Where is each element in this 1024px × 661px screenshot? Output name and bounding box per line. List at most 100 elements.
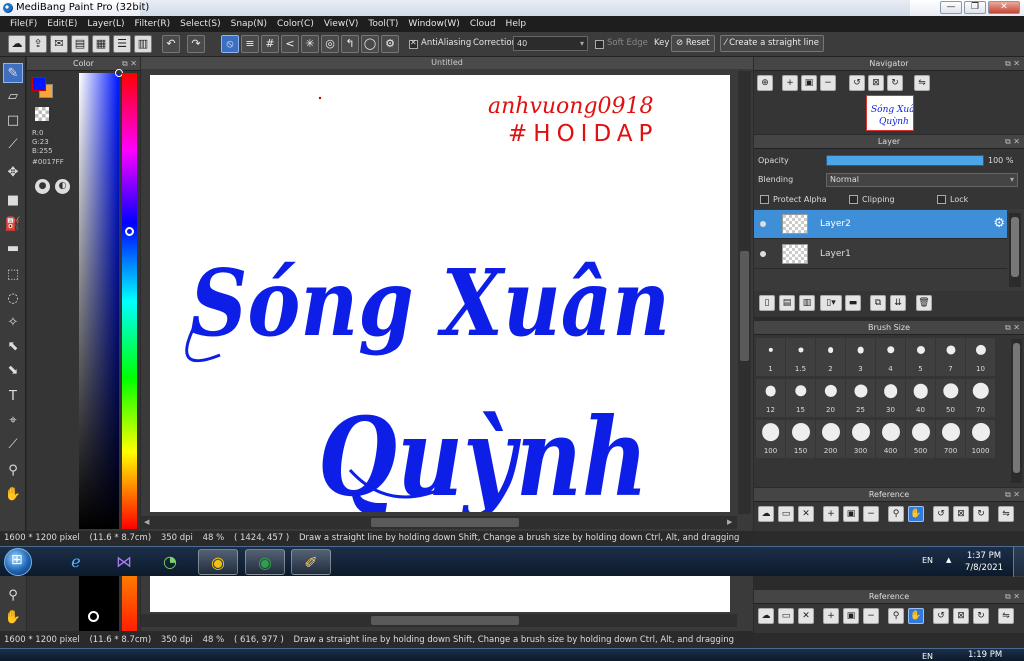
visual-studio-icon[interactable]: ⋈ bbox=[104, 549, 144, 575]
minimize-button[interactable]: — bbox=[940, 1, 962, 14]
brush-size-cell[interactable]: 7 bbox=[936, 338, 965, 376]
hue-slider[interactable] bbox=[122, 73, 137, 529]
panel-menu-icon[interactable]: ⧉ ✕ bbox=[1005, 321, 1020, 335]
brush-size-cell[interactable]: 1.5 bbox=[786, 338, 815, 376]
brush-size-cell[interactable]: 3 bbox=[846, 338, 875, 376]
protect-alpha-checkbox[interactable] bbox=[760, 195, 769, 204]
undo-icon[interactable]: ↶ bbox=[162, 35, 180, 53]
brush-size-cell[interactable]: 2 bbox=[816, 338, 845, 376]
brush-size-cell[interactable]: 20 bbox=[816, 379, 845, 417]
layer-row[interactable]: Layer2 ⚙ bbox=[754, 210, 1007, 239]
panel-menu-icon[interactable]: ⧉ ✕ bbox=[122, 57, 137, 71]
brush-size-cell[interactable]: 5 bbox=[906, 338, 935, 376]
reset-rotation-icon[interactable]: ⊠ bbox=[868, 75, 884, 91]
brush-size-cell[interactable]: 500 bbox=[906, 420, 935, 458]
rotate-left-icon[interactable]: ↺ bbox=[849, 75, 865, 91]
open-folder-icon[interactable]: ▭ bbox=[778, 506, 794, 522]
zoom-fit-icon[interactable]: ⊕ bbox=[757, 75, 773, 91]
merge-layer-icon[interactable]: ⇊ bbox=[890, 295, 906, 311]
drawing-canvas[interactable]: anhvuong0918 #HOIDAP Sóng Xuân Quỳnh bbox=[150, 75, 730, 521]
brush-size-cell[interactable]: 700 bbox=[936, 420, 965, 458]
reset-button[interactable]: ⊘ Reset bbox=[671, 35, 715, 52]
no-snap-icon[interactable]: ⦸ bbox=[221, 35, 239, 53]
menu-file[interactable]: File(F) bbox=[5, 16, 42, 32]
menu-window[interactable]: Window(W) bbox=[403, 16, 464, 32]
panel-menu-icon[interactable]: ⧉ ✕ bbox=[1005, 135, 1020, 149]
ref-reset-rotation-icon[interactable]: ⊠ bbox=[953, 506, 969, 522]
concentric-snap-icon[interactable]: ◎ bbox=[321, 35, 339, 53]
soft-edge-checkbox[interactable] bbox=[595, 40, 604, 49]
delete-layer-icon[interactable]: 🗑 bbox=[916, 295, 932, 311]
eyedropper-tool-icon[interactable]: ⚲ bbox=[3, 461, 23, 481]
brush-size-cell[interactable]: 50 bbox=[936, 379, 965, 417]
circle-snap-icon[interactable]: ◯ bbox=[361, 35, 379, 53]
chrome-icon[interactable]: ◉ bbox=[198, 549, 238, 575]
menu-filter[interactable]: Filter(R) bbox=[130, 16, 176, 32]
comment-icon[interactable]: ✉ bbox=[50, 35, 68, 53]
transparent-color-swatch[interactable] bbox=[35, 107, 49, 121]
horizontal-scrollbar[interactable]: ◀ ▶ bbox=[141, 516, 737, 529]
palette-add-icon[interactable]: ◐ bbox=[55, 179, 70, 194]
line-tool-icon[interactable]: ⟋ bbox=[3, 135, 23, 155]
menu-select[interactable]: Select(S) bbox=[175, 16, 226, 32]
visibility-eye-icon[interactable] bbox=[760, 221, 766, 227]
menu-help[interactable]: Help bbox=[501, 16, 532, 32]
create-straight-line-button[interactable]: ⁄ Create a straight line bbox=[720, 35, 824, 52]
visibility-eye-icon[interactable] bbox=[760, 251, 766, 257]
close-button[interactable]: ✕ bbox=[988, 1, 1020, 14]
new-layer-icon[interactable]: ▯ bbox=[759, 295, 775, 311]
redo-icon[interactable]: ↷ bbox=[187, 35, 205, 53]
perspective-snap-icon[interactable]: < bbox=[281, 35, 299, 53]
divide-tool-icon[interactable]: ⟋ bbox=[3, 435, 23, 455]
select-eraser-tool-icon[interactable]: ⬊ bbox=[3, 361, 23, 381]
brush-size-cell[interactable]: 4 bbox=[876, 338, 905, 376]
start-button[interactable] bbox=[4, 548, 32, 576]
gradation-tool-icon[interactable]: ▬ bbox=[3, 239, 23, 259]
layer-row[interactable]: Layer1 bbox=[754, 240, 1007, 269]
flip-horizontal-icon[interactable]: ⇋ bbox=[914, 75, 930, 91]
select-pen-tool-icon[interactable]: ⬉ bbox=[3, 337, 23, 357]
layers-icon[interactable]: ☰ bbox=[113, 35, 131, 53]
panel-menu-icon[interactable]: ⧉ ✕ bbox=[1005, 488, 1020, 502]
hue-slider-handle[interactable] bbox=[125, 227, 134, 236]
clipping-checkbox[interactable] bbox=[849, 195, 858, 204]
select-rect-tool-icon[interactable]: ⬚ bbox=[3, 265, 23, 285]
move-tool-icon[interactable]: ✥ bbox=[3, 163, 23, 183]
add-layer-dropdown-icon[interactable]: ▯▾ bbox=[820, 295, 842, 311]
antialiasing-checkbox[interactable] bbox=[409, 38, 418, 49]
menu-snap[interactable]: Snap(N) bbox=[226, 16, 272, 32]
snap-settings-icon[interactable]: ⚙ bbox=[381, 35, 399, 53]
zoom-in-icon[interactable]: + bbox=[782, 75, 798, 91]
share-icon[interactable]: ⇪ bbox=[29, 35, 47, 53]
foreground-color-swatch[interactable] bbox=[32, 77, 46, 91]
brush-size-cell[interactable]: 300 bbox=[846, 420, 875, 458]
tray-expand-icon[interactable]: ▲ bbox=[946, 556, 951, 564]
brush-size-cell[interactable]: 200 bbox=[816, 420, 845, 458]
layer-list-scrollbar-thumb[interactable] bbox=[1011, 217, 1019, 277]
magic-wand-tool-icon[interactable]: ✧ bbox=[3, 313, 23, 333]
grid-icon[interactable]: ▥ bbox=[134, 35, 152, 53]
menu-tool[interactable]: Tool(T) bbox=[363, 16, 403, 32]
brush-size-cell[interactable]: 30 bbox=[876, 379, 905, 417]
menu-view[interactable]: View(V) bbox=[319, 16, 364, 32]
menu-color[interactable]: Color(C) bbox=[272, 16, 319, 32]
vertical-scrollbar[interactable] bbox=[738, 71, 751, 514]
brush-size-cell[interactable]: 15 bbox=[786, 379, 815, 417]
brush-size-scrollbar[interactable] bbox=[1011, 339, 1022, 483]
brush-tool-icon[interactable]: ✎ bbox=[3, 63, 23, 83]
brush-size-cell[interactable]: 1 bbox=[756, 338, 785, 376]
navigator-thumbnail[interactable]: Sóng Xuân Quỳnh bbox=[866, 95, 921, 131]
ref-zoom-out-icon[interactable]: − bbox=[863, 506, 879, 522]
brush-size-cell[interactable]: 25 bbox=[846, 379, 875, 417]
new-8bit-layer-icon[interactable]: ▥ bbox=[799, 295, 815, 311]
close-reference-icon[interactable]: ✕ bbox=[798, 506, 814, 522]
eraser-tool-icon[interactable]: ▱ bbox=[3, 87, 23, 107]
coc-coc-browser-icon[interactable]: ◔ bbox=[150, 549, 190, 575]
rotate-right-icon[interactable]: ↻ bbox=[887, 75, 903, 91]
operation-tool-icon[interactable]: ⌖ bbox=[3, 411, 23, 431]
zoom-out-icon[interactable]: − bbox=[820, 75, 836, 91]
saturation-value-picker[interactable] bbox=[79, 73, 119, 529]
system-clock[interactable]: 1:37 PM 7/8/2021 bbox=[962, 550, 1006, 574]
medibang-taskbar-icon[interactable]: ◉ bbox=[245, 549, 285, 575]
grid-snap-icon[interactable]: # bbox=[261, 35, 279, 53]
